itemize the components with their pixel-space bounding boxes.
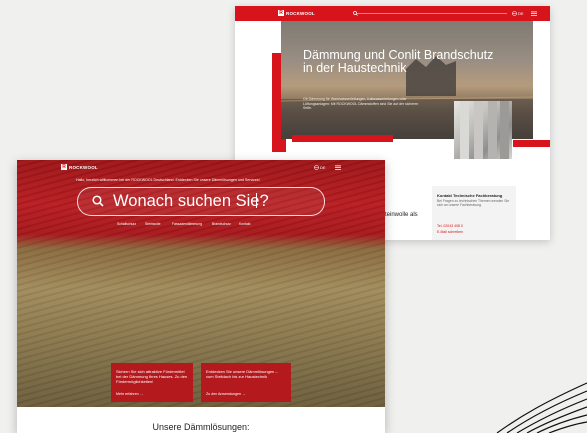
contact-card-text: Bei Fragen zu technischen Themen wenden …	[437, 199, 510, 208]
red-strip-right	[513, 140, 550, 147]
cta-card-link[interactable]: Mehr erfahren →	[116, 392, 143, 396]
body-heading-fragment: teinwolle als	[385, 212, 418, 218]
contact-email-link[interactable]: E-Mail schreiben	[437, 230, 463, 234]
contact-card: Kontakt Technische Fachberatung Bei Frag…	[432, 186, 516, 240]
cta-card-text: Sichern Sie sich attraktive Fördermittel…	[116, 369, 188, 384]
insulated-pipes-image	[454, 101, 512, 159]
rockwool-logo-icon[interactable]: R	[61, 164, 67, 170]
contact-card-title: Kontakt Technische Fachberatung	[437, 193, 503, 198]
text-cursor	[256, 193, 257, 208]
cta-card-daemmloesungen[interactable]: Entdecken Sie unsere Dämmlösungen – vom …	[201, 363, 291, 402]
brand-logo-text[interactable]: ROCKWOOL	[69, 165, 98, 170]
cta-card-text: Entdecken Sie unsere Dämmlösungen – vom …	[206, 369, 278, 379]
search-input[interactable]: Wonach suchen Sie?	[113, 192, 269, 211]
quick-link-kontakt[interactable]: Kontakt	[239, 222, 251, 226]
front-header-bar: R ROCKWOOL DE	[17, 160, 385, 174]
quick-link-steinwolle[interactable]: Steinwolle	[145, 222, 160, 226]
decorative-lines	[496, 382, 587, 433]
hero-title: Dämmung und Conlit Brandschutz in der Ha…	[303, 48, 494, 75]
hero-subtitle: Ob Dämmung für Warmwasserleitungen, Kalt…	[303, 97, 419, 111]
red-strip	[292, 135, 393, 142]
search-input[interactable]	[357, 13, 507, 14]
globe-icon[interactable]	[314, 165, 319, 170]
quick-link-fassadendaemmung[interactable]: Fassadendämmung	[172, 222, 202, 226]
back-header-bar: R ROCKWOOL DE	[235, 6, 550, 21]
brand-logo-text[interactable]: ROCKWOOL	[286, 11, 315, 16]
cta-card-link[interactable]: Zu den Anwendungen →	[206, 392, 246, 396]
pipe-graphic	[460, 101, 509, 159]
menu-icon[interactable]	[531, 11, 537, 16]
menu-icon[interactable]	[335, 165, 341, 170]
contact-phone-link[interactable]: Tel. 02043 408 0	[437, 224, 463, 228]
rockwool-logo-icon[interactable]: R	[278, 10, 284, 16]
cta-card-foerdermittel[interactable]: Sichern Sie sich attraktive Fördermittel…	[111, 363, 193, 402]
welcome-text: Hallo, herzlich willkommen bei der ROCKW…	[76, 178, 260, 182]
front-page-screenshot: R ROCKWOOL DE Hallo, herzlich willkommen…	[17, 160, 385, 433]
search-icon[interactable]	[92, 195, 104, 207]
quick-link-schallschutz[interactable]: Schallschutz	[117, 222, 136, 226]
search-field[interactable]: Wonach suchen Sie?	[77, 187, 325, 216]
language-selector[interactable]: DE	[518, 11, 524, 16]
globe-icon[interactable]	[512, 11, 517, 16]
language-selector[interactable]: DE	[320, 165, 326, 170]
section-heading: Unsere Dämmlösungen:	[152, 422, 250, 432]
quick-link-brandschutz[interactable]: Brandschutz	[212, 222, 231, 226]
